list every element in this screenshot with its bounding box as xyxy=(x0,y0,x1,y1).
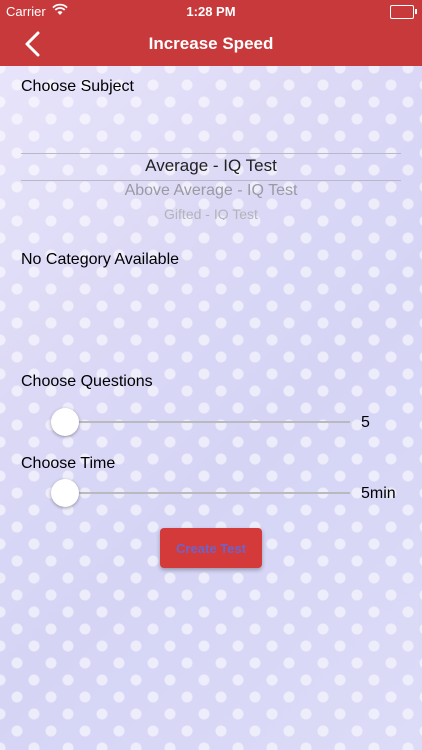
status-time: 1:28 PM xyxy=(186,4,236,19)
navigation-bar: Increase Speed xyxy=(0,22,422,66)
category-label: No Category Available xyxy=(21,251,180,268)
time-value: 5min xyxy=(361,485,396,502)
time-slider[interactable] xyxy=(64,492,350,494)
screen: Carrier 1:28 PM Increase Speed Choose Su… xyxy=(0,0,422,750)
questions-value: 5 xyxy=(361,414,370,431)
battery-icon xyxy=(390,5,417,19)
picker-item-selected[interactable]: Average - IQ Test xyxy=(21,156,401,176)
status-bar: Carrier 1:28 PM xyxy=(0,0,422,22)
page-title: Increase Speed xyxy=(148,34,274,53)
picker-item[interactable]: Gifted - IQ Test xyxy=(21,206,401,220)
create-test-button[interactable]: Create Test xyxy=(160,528,262,568)
choose-questions-label: Choose Questions xyxy=(21,373,153,390)
choose-subject-label: Choose Subject xyxy=(21,78,134,95)
picker-item[interactable]: Above Average - IQ Test xyxy=(21,182,401,200)
picker-top-divider xyxy=(21,153,401,154)
time-slider-thumb[interactable] xyxy=(51,479,79,507)
questions-slider-thumb[interactable] xyxy=(51,408,79,436)
questions-slider[interactable] xyxy=(64,421,350,423)
picker-bottom-divider xyxy=(21,180,401,181)
choose-time-label: Choose Time xyxy=(21,455,116,472)
